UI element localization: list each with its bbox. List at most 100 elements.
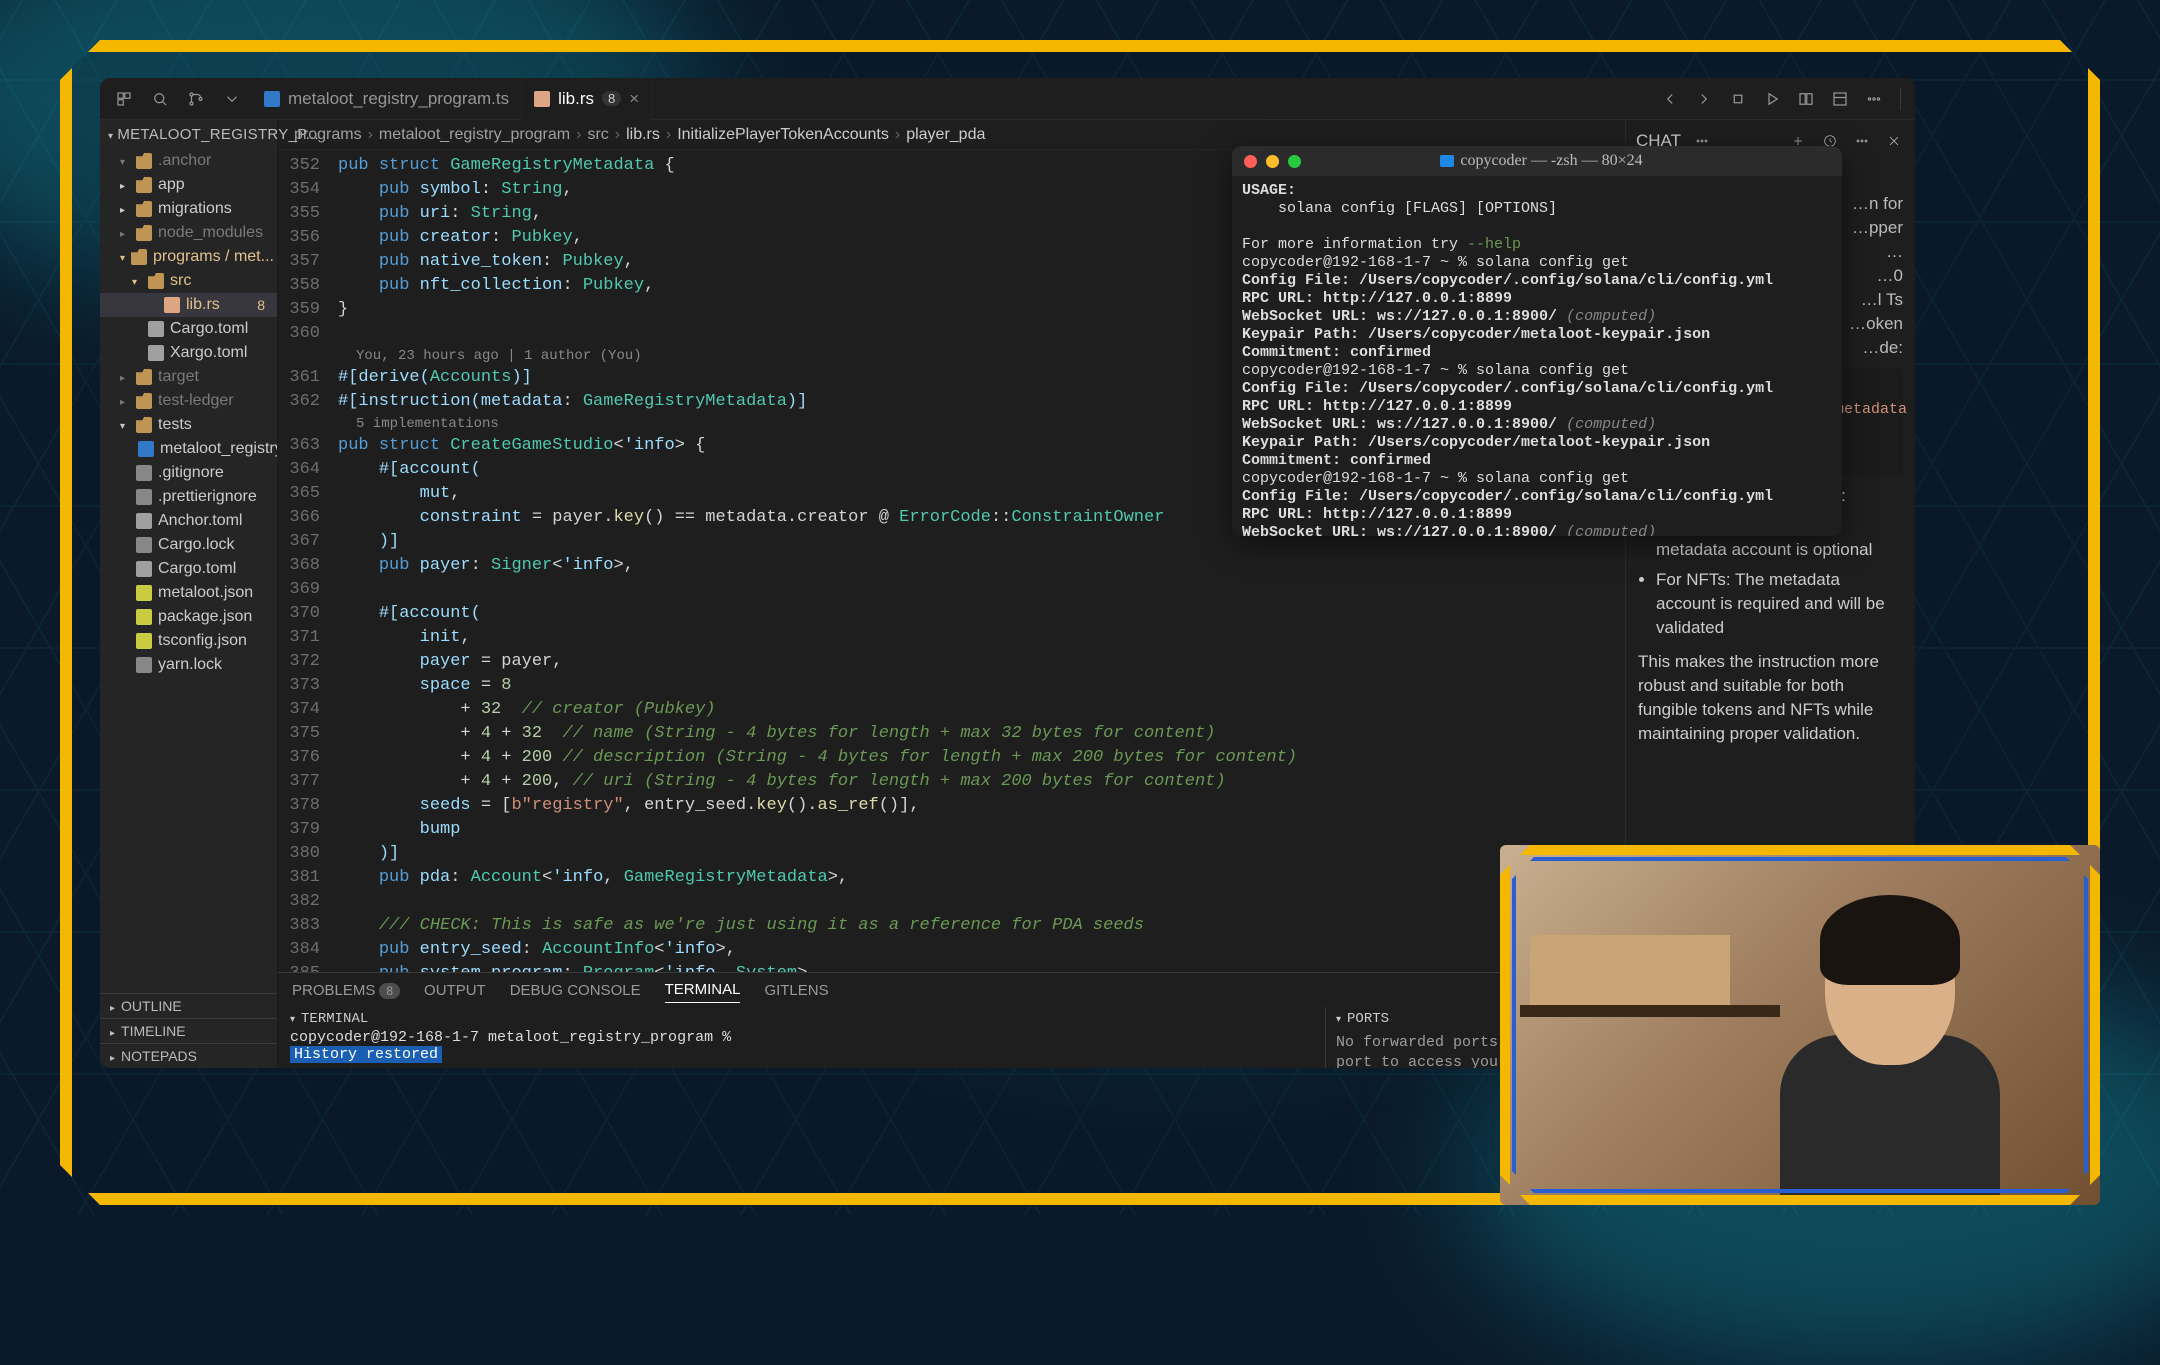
breadcrumb-item[interactable]: metaloot_registry_program xyxy=(379,126,570,144)
breadcrumb-item[interactable]: programs xyxy=(294,126,362,144)
maximize-icon[interactable] xyxy=(1288,155,1301,168)
tree-item[interactable]: app xyxy=(100,173,277,197)
outline-section[interactable]: OUTLINE xyxy=(100,993,277,1018)
breadcrumb-separator: › xyxy=(368,126,373,144)
terminal-panel[interactable]: TERMINAL copycoder@192-168-1-7 metaloot_… xyxy=(278,1007,1325,1068)
line-number: 385 xyxy=(278,962,338,972)
toml-icon xyxy=(148,345,164,361)
tree-item[interactable]: programs / met... xyxy=(100,245,277,269)
line-number: 354 xyxy=(278,178,338,202)
tree-item[interactable]: test-ledger xyxy=(100,389,277,413)
code-line[interactable]: 375 + 4 + 32 // name (String - 4 bytes f… xyxy=(278,722,1625,746)
tree-item[interactable]: target xyxy=(100,365,277,389)
panel-tab-gitlens[interactable]: GITLENS xyxy=(764,978,828,1003)
line-number: 373 xyxy=(278,674,338,698)
chevron-right-icon xyxy=(120,200,130,218)
source-control-icon[interactable] xyxy=(180,83,212,115)
code-line[interactable]: 382 xyxy=(278,890,1625,914)
tree-item[interactable]: lib.rs8 xyxy=(100,293,277,317)
overflow-icon[interactable] xyxy=(1851,130,1873,152)
tree-item[interactable]: tsconfig.json xyxy=(100,629,277,653)
line-number: 361 xyxy=(278,366,338,390)
tree-item[interactable]: tests xyxy=(100,413,277,437)
tree-item-label: programs / met... xyxy=(153,248,274,266)
tree-item[interactable]: .gitignore xyxy=(100,461,277,485)
minimize-icon[interactable] xyxy=(1266,155,1279,168)
traffic-lights[interactable] xyxy=(1232,155,1301,168)
search-icon[interactable] xyxy=(144,83,176,115)
code-line[interactable]: 373 space = 8 xyxy=(278,674,1625,698)
editor-tab[interactable]: lib.rs 8 × xyxy=(522,78,652,120)
close-icon[interactable] xyxy=(1883,130,1905,152)
timeline-section[interactable]: TIMELINE xyxy=(100,1018,277,1043)
breadcrumb-item[interactable]: player_pda xyxy=(906,126,985,144)
tree-item[interactable]: node_modules xyxy=(100,221,277,245)
json-icon xyxy=(136,633,152,649)
code-line[interactable]: 370 #[account( xyxy=(278,602,1625,626)
tree-item[interactable]: Cargo.toml xyxy=(100,317,277,341)
panel-tab-terminal[interactable]: TERMINAL xyxy=(665,977,741,1003)
breadcrumb-item[interactable]: lib.rs xyxy=(626,126,660,144)
terminal-output[interactable]: USAGE: solana config [FLAGS] [OPTIONS] F… xyxy=(1232,176,1842,536)
code-line[interactable]: 377 + 4 + 200, // uri (String - 4 bytes … xyxy=(278,770,1625,794)
tree-item[interactable]: migrations xyxy=(100,197,277,221)
tree-item[interactable]: src xyxy=(100,269,277,293)
titlebar-right xyxy=(1654,83,1890,115)
tree-item[interactable]: Cargo.lock xyxy=(100,533,277,557)
breadcrumb-item[interactable]: src xyxy=(587,126,608,144)
code-line[interactable]: 368 pub payer: Signer<'info>, xyxy=(278,554,1625,578)
tree-item[interactable]: package.json xyxy=(100,605,277,629)
tree-item[interactable]: metaloot.json xyxy=(100,581,277,605)
chevron-down-icon[interactable] xyxy=(216,83,248,115)
code-line[interactable]: 372 payer = payer, xyxy=(278,650,1625,674)
file-icon xyxy=(136,489,152,505)
panel-tab-output[interactable]: OUTPUT xyxy=(424,978,486,1003)
external-terminal-window[interactable]: copycoder — -zsh — 80×24 USAGE: solana c… xyxy=(1232,146,1842,536)
chevron-down-icon xyxy=(132,272,142,290)
nav-forward-icon[interactable] xyxy=(1688,83,1720,115)
explorer-title[interactable]: METALOOT_REGISTRY_P... xyxy=(100,120,277,149)
stop-icon[interactable] xyxy=(1722,83,1754,115)
code-line[interactable]: 379 bump xyxy=(278,818,1625,842)
close-icon[interactable]: × xyxy=(629,89,639,109)
terminal-history-badge: History restored xyxy=(290,1046,442,1063)
tree-item[interactable]: .anchor xyxy=(100,149,277,173)
folder-open-icon xyxy=(136,417,152,433)
layout-icon[interactable] xyxy=(1824,83,1856,115)
tree-item[interactable]: Cargo.toml xyxy=(100,557,277,581)
chat-bullet: For NFTs: The metadata account is requir… xyxy=(1656,568,1903,640)
tree-item[interactable]: metaloot_registry_... xyxy=(100,437,277,461)
more-icon[interactable] xyxy=(1858,83,1890,115)
editor-tab[interactable]: metaloot_registry_program.ts xyxy=(252,78,522,120)
tree-item[interactable]: Xargo.toml xyxy=(100,341,277,365)
code-line[interactable]: 380 )] xyxy=(278,842,1625,866)
code-line[interactable]: 369 xyxy=(278,578,1625,602)
code-line[interactable]: 383 /// CHECK: This is safe as we're jus… xyxy=(278,914,1625,938)
close-icon[interactable] xyxy=(1244,155,1257,168)
play-icon[interactable] xyxy=(1756,83,1788,115)
split-editor-icon[interactable] xyxy=(1790,83,1822,115)
chevron-down-icon xyxy=(1336,1011,1341,1027)
code-line[interactable]: 378 seeds = [b"registry", entry_seed.key… xyxy=(278,794,1625,818)
code-line[interactable]: 385 pub system_program: Program<'info, S… xyxy=(278,962,1625,972)
code-line[interactable]: 376 + 4 + 200 // description (String - 4… xyxy=(278,746,1625,770)
tree-item-label: metaloot.json xyxy=(158,584,253,602)
tree-item[interactable]: Anchor.toml xyxy=(100,509,277,533)
code-line[interactable]: 384 pub entry_seed: AccountInfo<'info>, xyxy=(278,938,1625,962)
tree-item[interactable]: yarn.lock xyxy=(100,653,277,677)
breadcrumb-item[interactable]: InitializePlayerTokenAccounts xyxy=(677,126,889,144)
code-line[interactable]: 381 pub pda: Account<'info, GameRegistry… xyxy=(278,866,1625,890)
panel-tab-problems[interactable]: PROBLEMS8 xyxy=(292,978,400,1003)
code-line[interactable]: 374 + 32 // creator (Pubkey) xyxy=(278,698,1625,722)
notepads-section[interactable]: NOTEPADS xyxy=(100,1043,277,1068)
code-line[interactable]: 371 init, xyxy=(278,626,1625,650)
file-ts-icon xyxy=(264,91,280,107)
file-tree: .anchorappmigrationsnode_modules programs… xyxy=(100,149,277,993)
tree-item-label: Xargo.toml xyxy=(170,344,247,362)
panel-tab-debug-console[interactable]: DEBUG CONSOLE xyxy=(510,978,641,1003)
tree-item-label: Cargo.lock xyxy=(158,536,234,554)
terminal-titlebar: copycoder — -zsh — 80×24 xyxy=(1232,146,1842,176)
tree-item[interactable]: .prettierignore xyxy=(100,485,277,509)
explorer-icon[interactable] xyxy=(108,83,140,115)
nav-back-icon[interactable] xyxy=(1654,83,1686,115)
